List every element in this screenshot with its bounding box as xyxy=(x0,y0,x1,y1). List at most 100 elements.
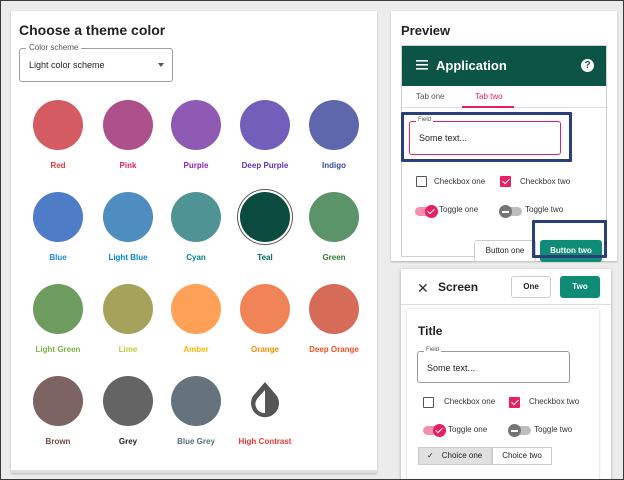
swatch-label: Deep Orange xyxy=(309,345,359,354)
swatch-amber[interactable]: Amber xyxy=(166,284,226,364)
checkbox-one[interactable] xyxy=(416,176,427,187)
color-scheme-select[interactable]: Color scheme Light color scheme xyxy=(19,43,173,82)
tab-indicator xyxy=(462,106,514,108)
swatch-orange[interactable]: Orange xyxy=(235,284,295,364)
swatch-pink[interactable]: Pink xyxy=(98,100,158,180)
field-highlight-box xyxy=(401,112,572,162)
hamburger-menu-icon[interactable] xyxy=(416,60,428,70)
swatch-label: Light Blue xyxy=(108,253,148,262)
color-scheme-label: Color scheme xyxy=(26,43,82,52)
button-one[interactable]: Button one xyxy=(474,240,536,262)
swatch-color-dot xyxy=(33,192,83,242)
window-frame: Choose a theme color Color scheme Light … xyxy=(0,0,624,480)
toggle-one[interactable] xyxy=(415,205,438,218)
swatch-brown[interactable]: Brown xyxy=(28,376,88,456)
swatch-color-dot xyxy=(103,284,153,334)
toggle-knob xyxy=(499,205,512,218)
choice-one[interactable]: ✓ Choice one xyxy=(418,447,492,465)
dropdown-caret-icon xyxy=(158,63,164,67)
tab-two[interactable]: Tab two xyxy=(475,92,503,101)
preview-title: Preview xyxy=(401,23,451,38)
swatch-cyan[interactable]: Cyan xyxy=(166,192,226,272)
toggle-knob xyxy=(508,424,521,437)
swatch-purple[interactable]: Purple xyxy=(166,100,226,180)
swatch-color-dot xyxy=(240,284,290,334)
swatch-color-dot xyxy=(171,376,221,426)
app-bar: Application ? xyxy=(402,46,606,86)
swatch-color-dot xyxy=(33,100,83,150)
swatch-label: Red xyxy=(50,161,66,170)
toggle-knob xyxy=(433,424,446,437)
help-icon[interactable]: ? xyxy=(581,59,594,72)
button-highlight-box xyxy=(532,220,607,258)
choice-two[interactable]: Choice two xyxy=(492,447,552,465)
swatch-label: Blue Grey xyxy=(177,437,215,446)
swatch-label: Purple xyxy=(183,161,209,170)
toggle-two[interactable] xyxy=(499,205,522,218)
screen-one-button[interactable]: One xyxy=(511,276,551,298)
swatch-label: Green xyxy=(322,253,346,262)
swatch-color-dot xyxy=(309,100,359,150)
checkbox-two[interactable] xyxy=(500,176,511,187)
swatch-color-dot xyxy=(171,100,221,150)
screen-body-title: Title xyxy=(418,324,443,338)
swatch-label: Amber xyxy=(183,345,209,354)
screen-toggle-one-label: Toggle one xyxy=(448,425,488,434)
swatch-color-dot xyxy=(33,376,83,426)
swatch-color-dot xyxy=(309,284,359,334)
swatch-high-contrast[interactable]: High Contrast xyxy=(235,376,295,456)
screen-header: ✕ Screen One Two xyxy=(401,269,611,305)
screen-toggle-two-label: Toggle two xyxy=(534,425,573,434)
swatch-color-dot xyxy=(103,100,153,150)
swatch-label: Deep Purple xyxy=(241,161,289,170)
choice-one-label: Choice one xyxy=(441,451,483,460)
field-value: Some text... xyxy=(427,363,476,373)
swatch-light-green[interactable]: Light Green xyxy=(28,284,88,364)
screen-checkbox-two-label: Checkbox two xyxy=(529,397,580,406)
swatch-label: Pink xyxy=(119,161,137,170)
swatch-label: Brown xyxy=(45,437,71,446)
app-title: Application xyxy=(436,58,507,73)
swatch-red[interactable]: Red xyxy=(28,100,88,180)
swatch-color-dot xyxy=(103,376,153,426)
screen-checkbox-one[interactable] xyxy=(423,397,434,408)
swatch-teal[interactable]: Teal xyxy=(235,192,295,272)
swatch-color-dot xyxy=(103,192,153,242)
check-icon: ✓ xyxy=(427,451,434,460)
swatch-deep-orange[interactable]: Deep Orange xyxy=(304,284,364,364)
contrast-drop-icon xyxy=(251,382,279,418)
swatch-color-dot xyxy=(240,100,290,150)
swatch-color-dot xyxy=(240,192,290,242)
screen-title: Screen xyxy=(438,280,479,294)
swatch-label: Cyan xyxy=(186,253,206,262)
swatch-deep-purple[interactable]: Deep Purple xyxy=(235,100,295,180)
close-icon[interactable]: ✕ xyxy=(417,280,429,297)
tab-one[interactable]: Tab one xyxy=(416,92,444,101)
panel-divider xyxy=(11,470,377,473)
swatch-label: Lime xyxy=(118,345,138,354)
swatch-color-dot xyxy=(171,284,221,334)
screen-two-button[interactable]: Two xyxy=(560,276,600,298)
tab-bar: Tab one Tab two xyxy=(402,86,606,108)
swatch-indigo[interactable]: Indigo xyxy=(304,100,364,180)
swatch-color-dot xyxy=(33,284,83,334)
swatch-label: High Contrast xyxy=(238,437,292,446)
color-scheme-value: Light color scheme xyxy=(29,60,105,70)
swatch-label: Light Green xyxy=(35,345,81,354)
swatch-blue[interactable]: Blue xyxy=(28,192,88,272)
screen-toggle-two[interactable] xyxy=(508,424,531,437)
screen-text-field[interactable]: Field Some text... xyxy=(417,347,570,383)
checkbox-two-label: Checkbox two xyxy=(520,177,571,186)
theme-panel-title: Choose a theme color xyxy=(19,22,166,38)
swatch-label: Grey xyxy=(118,437,138,446)
screen-toggle-one[interactable] xyxy=(423,424,446,437)
swatch-lime[interactable]: Lime xyxy=(98,284,158,364)
swatch-label: Teal xyxy=(257,253,273,262)
swatch-green[interactable]: Green xyxy=(304,192,364,272)
screen-checkbox-two[interactable] xyxy=(509,397,520,408)
swatch-blue-grey[interactable]: Blue Grey xyxy=(166,376,226,456)
swatch-light-blue[interactable]: Light Blue xyxy=(98,192,158,272)
toggle-two-label: Toggle two xyxy=(525,205,564,214)
swatch-grey[interactable]: Grey xyxy=(98,376,158,456)
swatch-label: Indigo xyxy=(322,161,346,170)
